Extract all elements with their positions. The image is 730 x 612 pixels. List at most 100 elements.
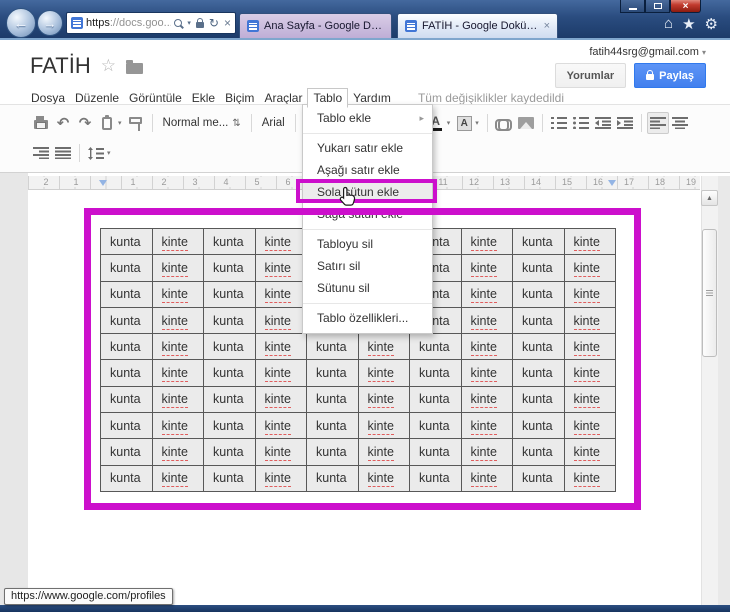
redo-button[interactable]: ↷ (74, 112, 96, 134)
paint-format-button[interactable] (96, 112, 118, 134)
window-maximize-button[interactable] (645, 0, 670, 13)
account-menu[interactable]: fatih44srg@gmail.com ▾ (589, 46, 706, 58)
scrollbar-thumb[interactable] (702, 229, 717, 357)
table-cell[interactable]: kinte (151, 333, 204, 361)
table-cell[interactable]: kinte (460, 438, 513, 466)
table-cell[interactable]: kunta (203, 438, 256, 466)
menubar-item-tablo[interactable]: Tablo (307, 88, 349, 108)
table-cell[interactable]: kinte (563, 254, 616, 282)
url-text[interactable]: https://docs.goo... (86, 17, 171, 29)
paint-roller-button[interactable] (125, 112, 147, 134)
table-cell[interactable]: kunta (100, 464, 153, 493)
table-cell[interactable]: kinte (254, 306, 307, 335)
table-cell[interactable]: kinte (254, 438, 307, 466)
insert-link-button[interactable] (493, 112, 515, 134)
numbered-list-button[interactable] (548, 112, 570, 134)
table-cell[interactable]: kunta (306, 333, 359, 361)
comments-button[interactable]: Yorumlar (554, 63, 627, 88)
table-cell[interactable]: kinte (460, 333, 513, 361)
table-cell[interactable]: kunta (512, 412, 565, 440)
menu-item-sola-sütun-ekle[interactable]: Sola sütun ekle (303, 181, 432, 203)
tab-fatih[interactable]: FATİH - Google Dokümanlar × (397, 13, 558, 38)
increase-indent-button[interactable] (614, 112, 636, 134)
table-cell[interactable]: kunta (409, 464, 462, 493)
table-cell[interactable]: kinte (254, 464, 307, 493)
menu-item-sütunu-sil[interactable]: Sütunu sil (303, 277, 432, 299)
table-cell[interactable]: kinte (254, 333, 307, 361)
undo-button[interactable]: ↶ (52, 112, 74, 134)
table-cell[interactable]: kinte (357, 412, 410, 440)
table-cell[interactable]: kinte (460, 359, 513, 387)
chevron-down-icon[interactable]: ▾ (475, 119, 479, 127)
chevron-down-icon[interactable]: ▾ (187, 19, 191, 27)
table-cell[interactable]: kinte (254, 359, 307, 387)
table-cell[interactable]: kinte (151, 438, 204, 466)
table-cell[interactable]: kinte (563, 385, 616, 414)
table-cell[interactable]: kinte (357, 359, 410, 387)
search-icon[interactable] (174, 19, 183, 27)
table-cell[interactable]: kinte (460, 227, 513, 256)
chevron-down-icon[interactable]: ▾ (447, 119, 451, 127)
table-cell[interactable]: kinte (563, 438, 616, 466)
table-cell[interactable]: kunta (409, 385, 462, 414)
table-cell[interactable]: kunta (203, 306, 256, 335)
table-cell[interactable]: kunta (100, 306, 153, 335)
table-cell[interactable]: kinte (563, 333, 616, 361)
folder-icon[interactable] (125, 59, 143, 74)
decrease-indent-button[interactable] (592, 112, 614, 134)
window-close-button[interactable]: × (670, 0, 701, 13)
table-cell[interactable]: kinte (563, 412, 616, 440)
menu-item-sağa-sütun-ekle[interactable]: Sağa sütun ekle (303, 203, 432, 225)
indent-marker-left-icon[interactable] (99, 180, 107, 186)
refresh-icon[interactable]: ↻ (209, 17, 219, 29)
document-title[interactable]: FATİH (30, 53, 91, 79)
table-cell[interactable]: kinte (357, 438, 410, 466)
menu-item-aşağı-satır-ekle[interactable]: Aşağı satır ekle (303, 159, 432, 181)
address-bar[interactable]: https://docs.goo... ▾ ↻ × (66, 12, 236, 34)
table-cell[interactable]: kunta (203, 280, 256, 308)
table-cell[interactable]: kinte (460, 306, 513, 335)
chevron-down-icon[interactable]: ▾ (118, 119, 122, 127)
table-cell[interactable]: kinte (254, 254, 307, 282)
star-outline-icon[interactable]: ☆ (101, 56, 116, 76)
table-cell[interactable]: kunta (409, 412, 462, 440)
bulleted-list-button[interactable] (570, 112, 592, 134)
table-cell[interactable]: kunta (203, 254, 256, 282)
table-cell[interactable]: kunta (100, 359, 153, 387)
table-cell[interactable]: kunta (512, 464, 565, 493)
table-cell[interactable]: kinte (563, 227, 616, 256)
stop-icon[interactable]: × (224, 17, 231, 29)
table-cell[interactable]: kunta (306, 412, 359, 440)
menu-item-tablo-özellikleri[interactable]: Tablo özellikleri... (303, 307, 432, 329)
table-cell[interactable]: kunta (512, 280, 565, 308)
print-button[interactable] (30, 112, 52, 134)
table-cell[interactable]: kunta (100, 438, 153, 466)
table-cell[interactable]: kunta (306, 359, 359, 387)
table-cell[interactable]: kinte (151, 464, 204, 493)
menu-item-yukarı-satır-ekle[interactable]: Yukarı satır ekle (303, 137, 432, 159)
window-minimize-button[interactable] (620, 0, 645, 13)
table-cell[interactable]: kinte (357, 385, 410, 414)
tab-ana-sayfa[interactable]: Ana Sayfa - Google Dokümanlar (239, 13, 392, 38)
table-cell[interactable]: kinte (460, 254, 513, 282)
table-cell[interactable]: kunta (512, 227, 565, 256)
table-cell[interactable]: kunta (512, 333, 565, 361)
menu-item-tablo-ekle[interactable]: Tablo ekle ▸ (303, 107, 432, 129)
table-cell[interactable]: kunta (100, 227, 153, 256)
table-cell[interactable]: kunta (512, 306, 565, 335)
insert-image-button[interactable] (515, 112, 537, 134)
table-cell[interactable]: kinte (151, 306, 204, 335)
align-right-button[interactable] (30, 142, 52, 164)
line-spacing-button[interactable] (85, 142, 107, 164)
indent-marker-right-icon[interactable] (608, 180, 616, 186)
table-cell[interactable]: kinte (254, 385, 307, 414)
table-cell[interactable]: kunta (409, 438, 462, 466)
table-cell[interactable]: kunta (100, 254, 153, 282)
table-cell[interactable]: kinte (254, 280, 307, 308)
table-cell[interactable]: kinte (254, 227, 307, 256)
table-cell[interactable]: kunta (409, 333, 462, 361)
table-cell[interactable]: kinte (151, 227, 204, 256)
align-left-button[interactable] (646, 112, 669, 134)
table-cell[interactable]: kinte (563, 359, 616, 387)
paragraph-style-dropdown[interactable]: Normal me... ⇅ (158, 117, 246, 129)
